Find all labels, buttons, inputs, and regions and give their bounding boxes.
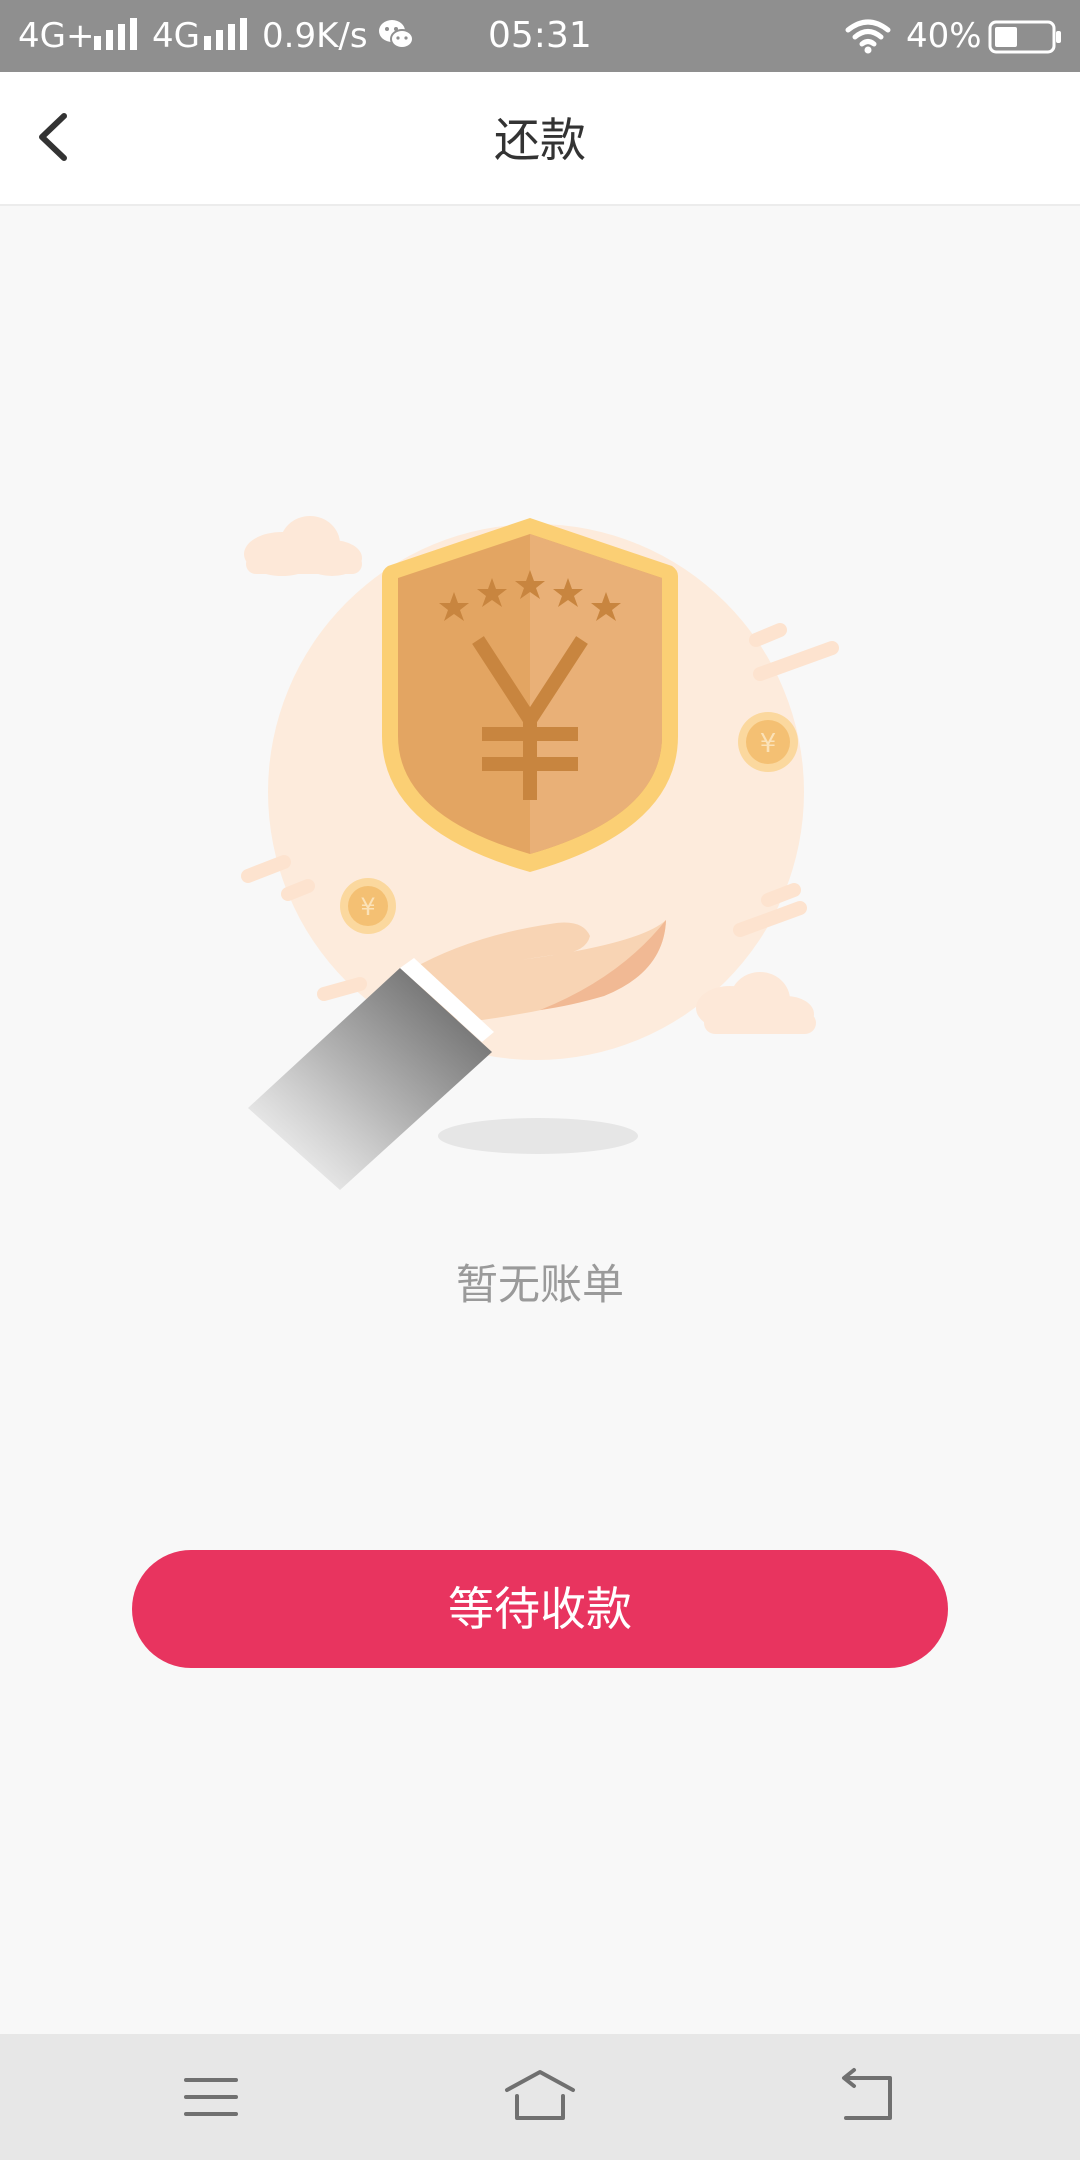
- signal-icon: [92, 16, 140, 56]
- app-header: 还款: [0, 72, 1080, 206]
- shield-coin-hand-illustration: ¥ ¥: [220, 500, 860, 1224]
- svg-text:¥: ¥: [760, 729, 777, 759]
- network-speed: 0.9K/s: [262, 16, 368, 56]
- status-bar: 4G+ 4G 0.9K/s 05:31 40%: [0, 0, 1080, 72]
- await-payment-button[interactable]: 等待收款: [132, 1550, 948, 1668]
- menu-icon: [184, 2078, 238, 2116]
- battery-percent: 40%: [906, 16, 982, 56]
- system-nav-bar: [0, 2034, 1080, 2160]
- signal-icon: [202, 16, 250, 56]
- battery-icon: [988, 20, 1064, 58]
- clock: 05:31: [488, 15, 592, 56]
- coin-icon: ¥: [738, 712, 798, 772]
- page-title: 还款: [494, 113, 586, 167]
- wechat-icon: [378, 18, 414, 56]
- home-icon: [505, 2070, 575, 2120]
- svg-text:¥: ¥: [360, 893, 375, 921]
- shield-icon: [382, 518, 678, 872]
- nav-home-button[interactable]: [495, 2064, 585, 2130]
- empty-bill-text: 暂无账单: [455, 1260, 624, 1309]
- wifi-icon: [844, 18, 892, 58]
- network-type-2: 4G: [152, 16, 200, 56]
- nav-menu-button[interactable]: [166, 2064, 256, 2130]
- coin-icon: ¥: [340, 878, 396, 934]
- cloud-icon: [244, 516, 362, 576]
- network-type-1: 4G+: [18, 16, 95, 56]
- nav-back-button[interactable]: [824, 2064, 914, 2130]
- back-icon: [842, 2068, 892, 2120]
- repayment-screen: 4G+ 4G 0.9K/s 05:31 40% 还款 ¥ ¥ 暂无账单 等待收款: [0, 0, 1080, 2160]
